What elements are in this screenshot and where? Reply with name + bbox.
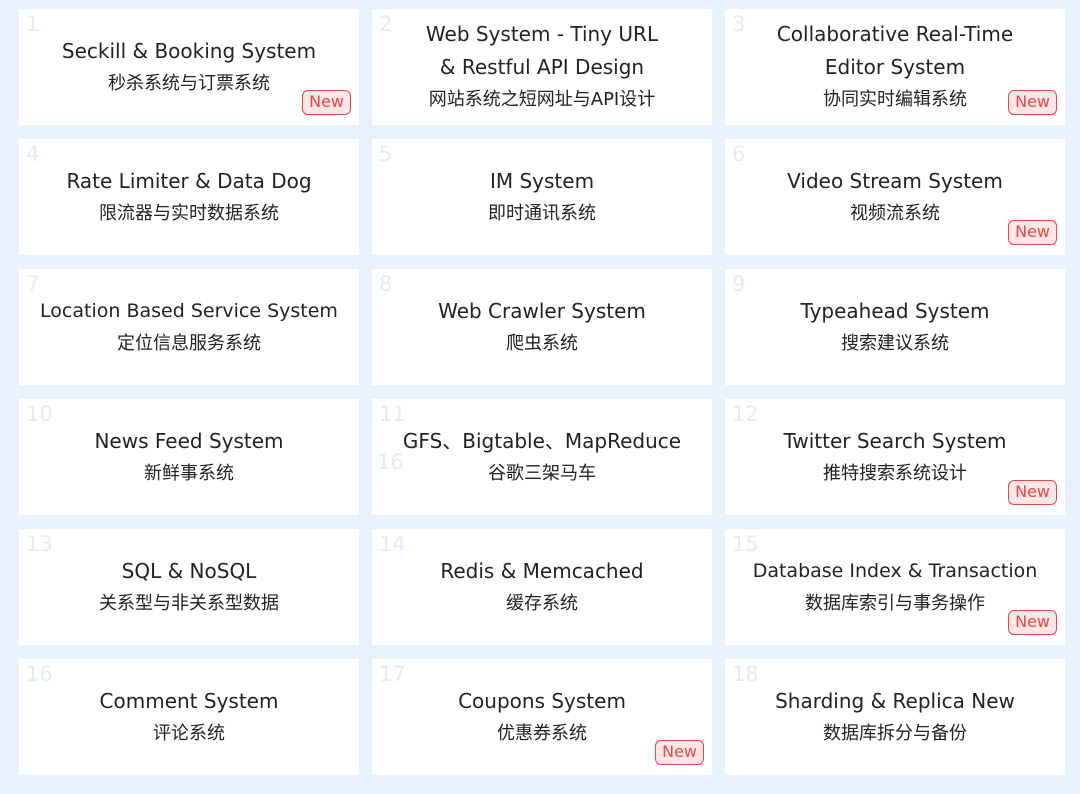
new-badge: New	[302, 90, 351, 115]
card-title-zh: 新鲜事系统	[144, 462, 234, 484]
course-card-11[interactable]: 11 16 GFS、Bigtable、MapReduce 谷歌三架马车	[372, 399, 712, 515]
course-card-15[interactable]: 15 Database Index & Transaction 数据库索引与事务…	[725, 529, 1065, 645]
card-number: 13	[26, 532, 53, 556]
course-card-8[interactable]: 8 Web Crawler System 爬虫系统	[372, 269, 712, 385]
card-number: 10	[26, 402, 53, 426]
card-title-zh: 搜索建议系统	[841, 332, 949, 354]
card-title-zh: 秒杀系统与订票系统	[108, 72, 270, 94]
card-title-en: Video Stream System	[787, 168, 1003, 193]
course-card-17[interactable]: 17 Coupons System 优惠券系统 New	[372, 659, 712, 775]
card-title-en: Coupons System	[458, 688, 626, 713]
course-card-14[interactable]: 14 Redis & Memcached 缓存系统	[372, 529, 712, 645]
card-title-zh: 推特搜索系统设计	[823, 462, 967, 484]
card-title-en: Location Based Service System	[40, 299, 338, 322]
card-title-zh: 爬虫系统	[506, 332, 578, 354]
course-card-10[interactable]: 10 News Feed System 新鲜事系统	[19, 399, 359, 515]
course-card-7[interactable]: 7 Location Based Service System 定位信息服务系统	[19, 269, 359, 385]
new-badge: New	[1008, 220, 1057, 245]
card-number: 3	[732, 12, 746, 36]
card-title-zh: 优惠券系统	[497, 722, 587, 744]
card-title-en: Twitter Search System	[783, 428, 1007, 453]
card-title-en: GFS、Bigtable、MapReduce	[402, 428, 682, 453]
course-card-16[interactable]: 16 Comment System 评论系统	[19, 659, 359, 775]
course-card-1[interactable]: 1 Seckill & Booking System 秒杀系统与订票系统 New	[19, 9, 359, 125]
card-title-zh: 缓存系统	[506, 592, 578, 614]
card-title-en: Web Crawler System	[438, 298, 646, 323]
card-title-en: News Feed System	[94, 428, 284, 453]
card-number: 12	[732, 402, 759, 426]
card-number: 18	[732, 662, 759, 686]
card-title-zh: 评论系统	[153, 722, 225, 744]
course-card-4[interactable]: 4 Rate Limiter & Data Dog 限流器与实时数据系统	[19, 139, 359, 255]
course-card-3[interactable]: 3 Collaborative Real-Time Editor System …	[725, 9, 1065, 125]
card-title-en: SQL & NoSQL	[121, 558, 257, 583]
card-number: 17	[379, 662, 406, 686]
card-title-en: Redis & Memcached	[440, 558, 644, 583]
card-title-zh: 网站系统之短网址与API设计	[428, 89, 656, 110]
card-number: 7	[26, 272, 40, 296]
new-badge: New	[1008, 480, 1057, 505]
course-card-5[interactable]: 5 IM System 即时通讯系统	[372, 139, 712, 255]
card-title-en: IM System	[489, 168, 595, 193]
card-number: 15	[732, 532, 759, 556]
course-card-9[interactable]: 9 Typeahead System 搜索建议系统	[725, 269, 1065, 385]
card-title-zh: 数据库索引与事务操作	[805, 592, 985, 614]
card-title-en: Sharding & Replica New	[775, 688, 1015, 713]
card-title-en: Database Index & Transaction	[752, 559, 1038, 582]
card-title-en: Typeahead System	[800, 298, 990, 323]
course-card-6[interactable]: 6 Video Stream System 视频流系统 New	[725, 139, 1065, 255]
card-title-en: Seckill & Booking System	[61, 38, 317, 63]
card-title-zh: 协同实时编辑系统	[823, 89, 967, 110]
course-card-12[interactable]: 12 Twitter Search System 推特搜索系统设计 New	[725, 399, 1065, 515]
card-title-zh: 数据库拆分与备份	[823, 722, 967, 744]
card-title-zh: 限流器与实时数据系统	[99, 202, 279, 224]
card-title-zh: 关系型与非关系型数据	[99, 592, 279, 614]
card-number: 9	[732, 272, 746, 296]
card-number: 8	[379, 272, 393, 296]
card-title-zh: 定位信息服务系统	[117, 332, 261, 354]
card-number: 2	[379, 12, 393, 36]
course-card-2[interactable]: 2 Web System - Tiny URL & Restful API De…	[372, 9, 712, 125]
card-number: 1	[26, 12, 40, 36]
card-title-zh: 谷歌三架马车	[488, 462, 596, 484]
card-title-en: Collaborative Real-Time Editor System	[776, 22, 1014, 79]
card-number-overlap: 16	[377, 450, 404, 474]
card-title-en: Web System - Tiny URL & Restful API Desi…	[425, 22, 659, 79]
card-number: 4	[26, 142, 40, 166]
new-badge: New	[655, 740, 704, 765]
card-title-en: Comment System	[99, 688, 279, 713]
card-number: 5	[379, 142, 393, 166]
card-number: 11	[379, 402, 406, 426]
card-number: 6	[732, 142, 746, 166]
card-number: 14	[379, 532, 406, 556]
card-title-zh: 视频流系统	[850, 202, 940, 224]
course-grid: 1 Seckill & Booking System 秒杀系统与订票系统 New…	[19, 9, 1065, 775]
new-badge: New	[1008, 90, 1057, 115]
new-badge: New	[1008, 610, 1057, 635]
card-title-zh: 即时通讯系统	[488, 202, 596, 224]
course-card-13[interactable]: 13 SQL & NoSQL 关系型与非关系型数据	[19, 529, 359, 645]
course-card-18[interactable]: 18 Sharding & Replica New 数据库拆分与备份	[725, 659, 1065, 775]
card-title-en: Rate Limiter & Data Dog	[66, 168, 312, 193]
card-number: 16	[26, 662, 53, 686]
